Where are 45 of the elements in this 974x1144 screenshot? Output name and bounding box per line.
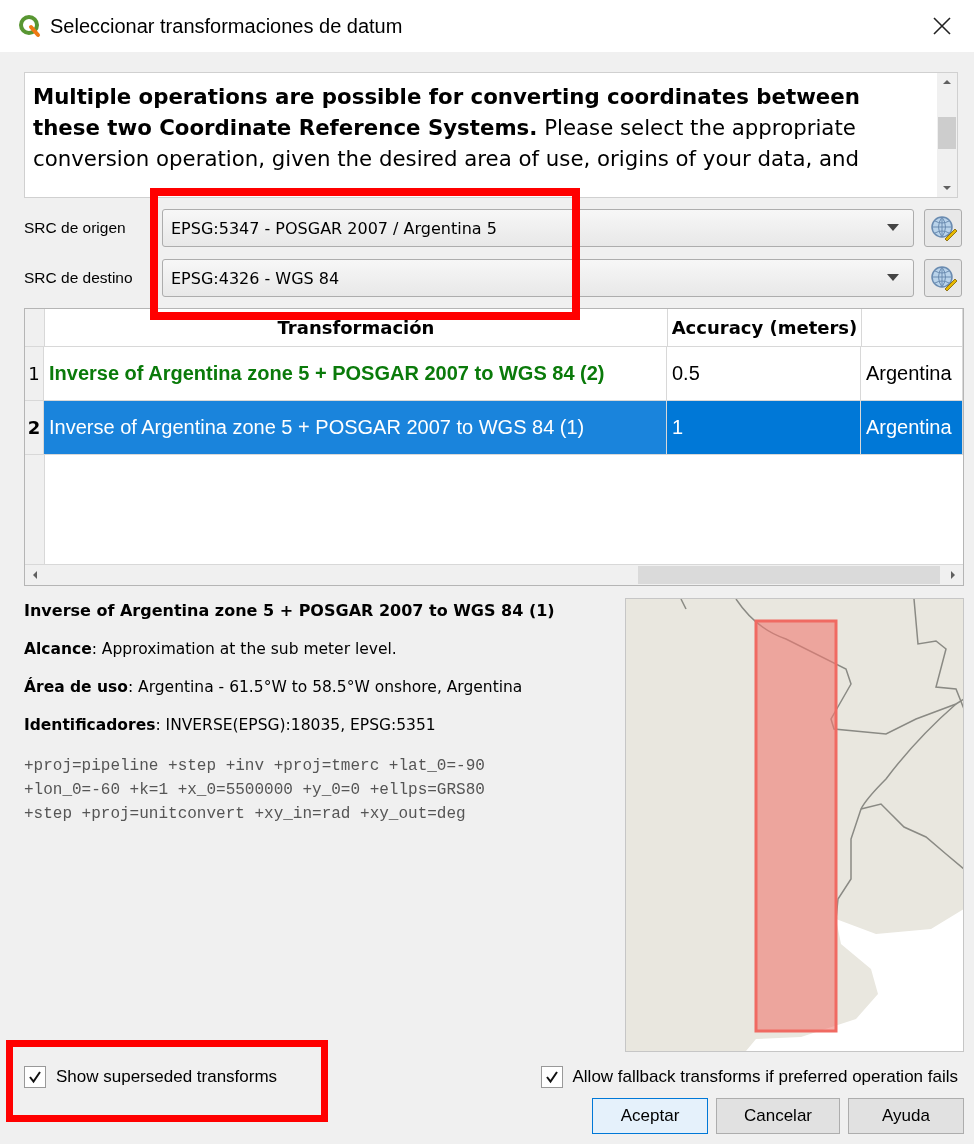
- checkbox[interactable]: [540, 1066, 563, 1088]
- crs-label: SRC de origen: [24, 219, 127, 237]
- table-row[interactable]: 2 Inverse of Argentina zone 5 + POSGAR 2007 to WGS 84 (1) 1 Argentina: [25, 401, 963, 455]
- proj-string-line: +proj=pipeline +step +inv +proj=tmerc +lat_0=-90: [24, 756, 486, 777]
- caret-icon[interactable]: [887, 274, 899, 282]
- caret-icon[interactable]: [887, 224, 899, 232]
- table-cell: Argentina: [861, 401, 963, 454]
- proj-string-line: +step +proj=unitconvert +xy_in=rad +xy_out=deg: [24, 804, 467, 825]
- window-title: Seleccionar transformaciones de datum: [50, 14, 404, 38]
- column-header[interactable]: Transformación: [45, 309, 668, 346]
- crs-select-button[interactable]: [924, 209, 962, 247]
- detail-text: Alcance: Approximation at the sub meter level.: [24, 640, 398, 658]
- scroll-down-icon[interactable]: [942, 183, 952, 193]
- table-cell: 1: [667, 401, 861, 454]
- scrollbar-thumb[interactable]: [938, 117, 956, 149]
- vertical-scrollbar[interactable]: [937, 73, 957, 197]
- scroll-up-icon[interactable]: [942, 77, 952, 87]
- check-icon: [544, 1070, 559, 1084]
- table-cell: 0.5: [667, 347, 861, 400]
- table-cell: Inverse of Argentina zone 5 + POSGAR 2007 to WGS 84 (1): [44, 401, 667, 454]
- checkbox-label[interactable]: Show superseded transforms: [56, 1067, 278, 1087]
- crs-label: SRC de destino: [24, 269, 134, 287]
- close-icon[interactable]: [932, 16, 952, 36]
- crs-dropdown[interactable]: EPSG:5347 - POSGAR 2007 / Argentina 5: [162, 209, 914, 247]
- app-logo-icon: [18, 14, 42, 38]
- checkbox[interactable]: [24, 1066, 46, 1088]
- check-icon: [28, 1070, 42, 1084]
- transformation-title: Inverse of Argentina zone 5 + POSGAR 2007 to WGS 84 (1): [24, 601, 556, 620]
- crs-select-button[interactable]: [924, 259, 962, 297]
- crs-dropdown[interactable]: EPSG:4326 - WGS 84: [162, 259, 914, 297]
- row-number: 1: [25, 347, 44, 400]
- dialog-button[interactable]: Ayuda: [848, 1098, 964, 1134]
- proj-string-line: +lon_0=-60 +k=1 +x_0=5500000 +y_0=0 +ellps=GRS80: [24, 780, 486, 801]
- table-cell: Inverse of Argentina zone 5 + POSGAR 2007 to WGS 84 (2): [44, 347, 667, 400]
- detail-text: Área de uso: Argentina - 61.5°W to 58.5°W onshore, Argentina: [24, 678, 524, 696]
- horizontal-scrollbar[interactable]: [25, 564, 963, 585]
- message-text: Multiple operations are possible for converting coordinates between these two Coordinate Reference Systems. Please select the appropriate conversion operation, given the desired area of use, origins of your data, and: [33, 83, 861, 173]
- row-number: 2: [25, 401, 44, 454]
- dialog-button[interactable]: Aceptar: [592, 1098, 708, 1134]
- dialog-button[interactable]: Cancelar: [716, 1098, 840, 1134]
- scroll-right-icon[interactable]: [948, 570, 958, 580]
- detail-text: Identificadores: INVERSE(EPSG):18035, EPSG:5351: [24, 716, 437, 734]
- column-header[interactable]: Accuracy (meters): [668, 309, 862, 346]
- checkbox-label[interactable]: Allow fallback transforms if preferred operation fails: [572, 1067, 958, 1087]
- table-cell: Argentina: [861, 347, 963, 400]
